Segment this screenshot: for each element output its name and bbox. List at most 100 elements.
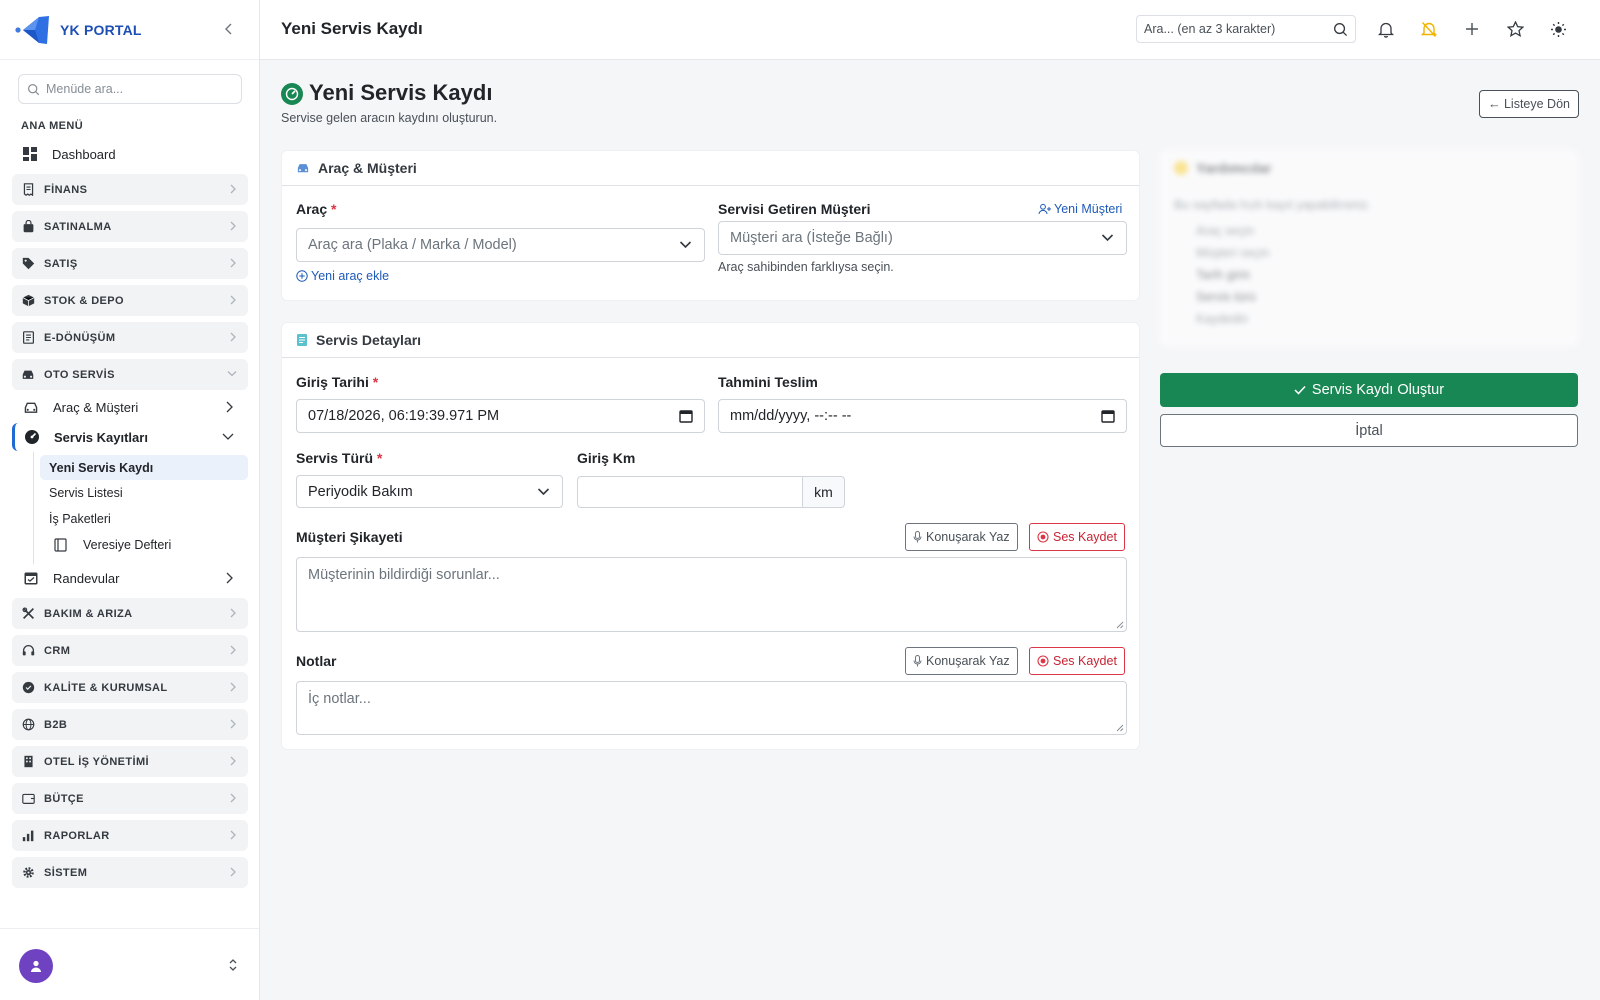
star-icon[interactable] <box>1505 19 1525 39</box>
card-title: Servis Detayları <box>316 332 422 348</box>
entry-date-input[interactable]: 07/18/2026, 06:19:39.971 PM <box>296 399 705 433</box>
tree-line <box>33 452 34 564</box>
sidebar-item-label: Dashboard <box>52 146 116 162</box>
car-icon <box>296 162 310 174</box>
sidebar-leaf-yeni-servis-kaydi[interactable]: Yeni Servis Kaydı <box>40 455 248 480</box>
chevron-right-icon <box>228 867 237 877</box>
search-icon[interactable] <box>1333 22 1348 37</box>
sidebar-group-oto-servis[interactable]: OTO SERVİS <box>12 359 248 390</box>
tools-icon <box>21 607 35 621</box>
car-icon <box>21 368 35 382</box>
sidebar-group-stok-depo[interactable]: STOK & DEPO <box>12 285 248 316</box>
speak-to-write-button[interactable]: Konuşarak Yaz <box>905 647 1018 675</box>
sidebar-group-label: KALİTE & KURUMSAL <box>44 681 168 694</box>
km-input[interactable] <box>577 476 803 508</box>
sidebar-group-b2b[interactable]: B2B <box>12 709 248 740</box>
speak-to-write-button[interactable]: Konuşarak Yaz <box>905 523 1018 551</box>
sidebar-group-satinalma[interactable]: SATINALMA <box>12 211 248 242</box>
delivery-label: Tahmini Teslim <box>718 374 818 390</box>
sidebar-leaf-servis-listesi[interactable]: Servis Listesi <box>40 480 248 505</box>
sidebar-group-crm[interactable]: CRM <box>12 635 248 666</box>
delivery-date-input[interactable]: mm/dd/yyyy, --:-- -- <box>718 399 1127 433</box>
new-customer-link[interactable]: Yeni Müşteri <box>1038 202 1122 216</box>
calendar-icon[interactable] <box>679 409 693 423</box>
sidebar-group-label: SATINALMA <box>44 220 112 233</box>
sidebar-group-label: E-DÖNÜŞÜM <box>44 331 116 344</box>
bell-off-icon[interactable] <box>1419 19 1439 39</box>
sidebar-item-servis-kayitlari[interactable]: Servis Kayıtları <box>12 423 248 451</box>
sidebar-group-e-donusum[interactable]: E-DÖNÜŞÜM <box>12 322 248 353</box>
wallet-icon <box>21 792 35 806</box>
chevron-updown-icon[interactable] <box>228 958 238 972</box>
calendar-icon <box>23 570 39 586</box>
tag-icon <box>21 257 35 271</box>
user-menu[interactable] <box>0 928 259 1000</box>
menu-search[interactable] <box>18 74 242 104</box>
plus-circle-icon <box>296 270 308 282</box>
sidebar-item-arac-musteri[interactable]: Araç & Müşteri <box>12 393 248 421</box>
sidebar-item-label: Randevular <box>53 570 120 586</box>
notification-bell-icon[interactable] <box>1376 19 1396 39</box>
bar-chart-icon <box>21 829 35 843</box>
record-voice-button[interactable]: Ses Kaydet <box>1029 523 1125 551</box>
chevron-down-icon <box>537 487 550 496</box>
plus-icon[interactable] <box>1462 19 1482 39</box>
sidebar-collapse-icon[interactable] <box>221 21 237 37</box>
card-header: Servis Detayları <box>282 323 1139 358</box>
resize-handle-icon[interactable] <box>1116 621 1124 629</box>
sidebar-group-sistem[interactable]: SİSTEM <box>12 857 248 888</box>
speedometer-icon <box>281 83 303 105</box>
calendar-icon[interactable] <box>1101 409 1115 423</box>
vehicle-select[interactable]: Araç ara (Plaka / Marka / Model) <box>296 228 705 262</box>
page-subtitle: Servise gelen aracın kaydını oluşturun. <box>281 111 498 125</box>
complaint-textarea[interactable]: Müşterinin bildirdiği sorunlar... <box>296 557 1127 632</box>
create-service-record-button[interactable]: Servis Kaydı Oluştur <box>1160 373 1578 407</box>
record-voice-button[interactable]: Ses Kaydet <box>1029 647 1125 675</box>
chevron-right-icon <box>228 682 237 692</box>
chevron-down-icon <box>227 369 237 378</box>
sun-icon[interactable] <box>1548 19 1568 39</box>
complaint-label: Müşteri Şikayeti <box>296 529 403 545</box>
sidebar-group-butce[interactable]: BÜTÇE <box>12 783 248 814</box>
chevron-right-icon <box>228 258 237 268</box>
sidebar-leaf-is-paketleri[interactable]: İş Paketleri <box>40 506 248 531</box>
back-to-list-button[interactable]: ← Listeye Dön <box>1479 90 1579 118</box>
brand[interactable]: YK PORTAL <box>0 0 259 60</box>
sidebar-group-label: SİSTEM <box>44 866 88 879</box>
sidebar-item-dashboard[interactable]: Dashboard <box>12 140 248 168</box>
help-item: Tarih girin <box>1196 268 1251 282</box>
chevron-down-icon <box>679 240 692 249</box>
chevron-right-icon <box>228 756 237 766</box>
sidebar-group-otel-is-yonetimi[interactable]: OTEL İŞ YÖNETİMİ <box>12 746 248 777</box>
topbar: Yeni Servis Kaydı <box>260 0 1600 60</box>
sidebar-group-label: B2B <box>44 718 68 731</box>
sidebar-group-label: STOK & DEPO <box>44 294 124 307</box>
sidebar-group-label: OTO SERVİS <box>44 368 115 381</box>
sidebar-leaf-veresiye-defteri[interactable]: Veresiye Defteri <box>40 532 248 557</box>
sidebar-group-raporlar[interactable]: RAPORLAR <box>12 820 248 851</box>
sidebar-group-satis[interactable]: SATIŞ <box>12 248 248 279</box>
resize-handle-icon[interactable] <box>1116 724 1124 732</box>
sidebar-item-randevular[interactable]: Randevular <box>12 564 248 592</box>
global-search-input[interactable] <box>1144 22 1328 36</box>
km-label: Giriş Km <box>577 450 636 466</box>
notes-textarea[interactable]: İç notlar... <box>296 681 1127 735</box>
avatar[interactable] <box>19 949 53 983</box>
chevron-right-icon <box>224 572 234 584</box>
sidebar-group-finans[interactable]: FİNANS <box>12 174 248 205</box>
help-panel: Yardımcılar Bu sayfada hızlı kayıt yapab… <box>1160 150 1578 346</box>
service-type-select[interactable]: Periyodik Bakım <box>296 475 563 508</box>
sidebar-group-bakim-ariza[interactable]: BAKIM & ARIZA <box>12 598 248 629</box>
new-vehicle-link[interactable]: Yeni araç ekle <box>296 269 389 283</box>
vehicle-customer-card: Araç & Müşteri Araç * Araç ara (Plaka / … <box>281 150 1140 301</box>
customer-select[interactable]: Müşteri ara (İsteğe Bağlı) <box>718 221 1127 255</box>
sidebar-group-kalite-kurumsal[interactable]: KALİTE & KURUMSAL <box>12 672 248 703</box>
menu-search-input[interactable] <box>46 82 226 96</box>
chevron-right-icon <box>228 332 237 342</box>
brand-logo-icon <box>15 14 49 46</box>
cancel-button[interactable]: İptal <box>1160 414 1578 447</box>
box-icon <box>21 294 35 308</box>
help-item: Araç seçin <box>1196 224 1255 238</box>
global-search[interactable] <box>1136 15 1356 43</box>
chevron-down-icon <box>1101 233 1114 242</box>
